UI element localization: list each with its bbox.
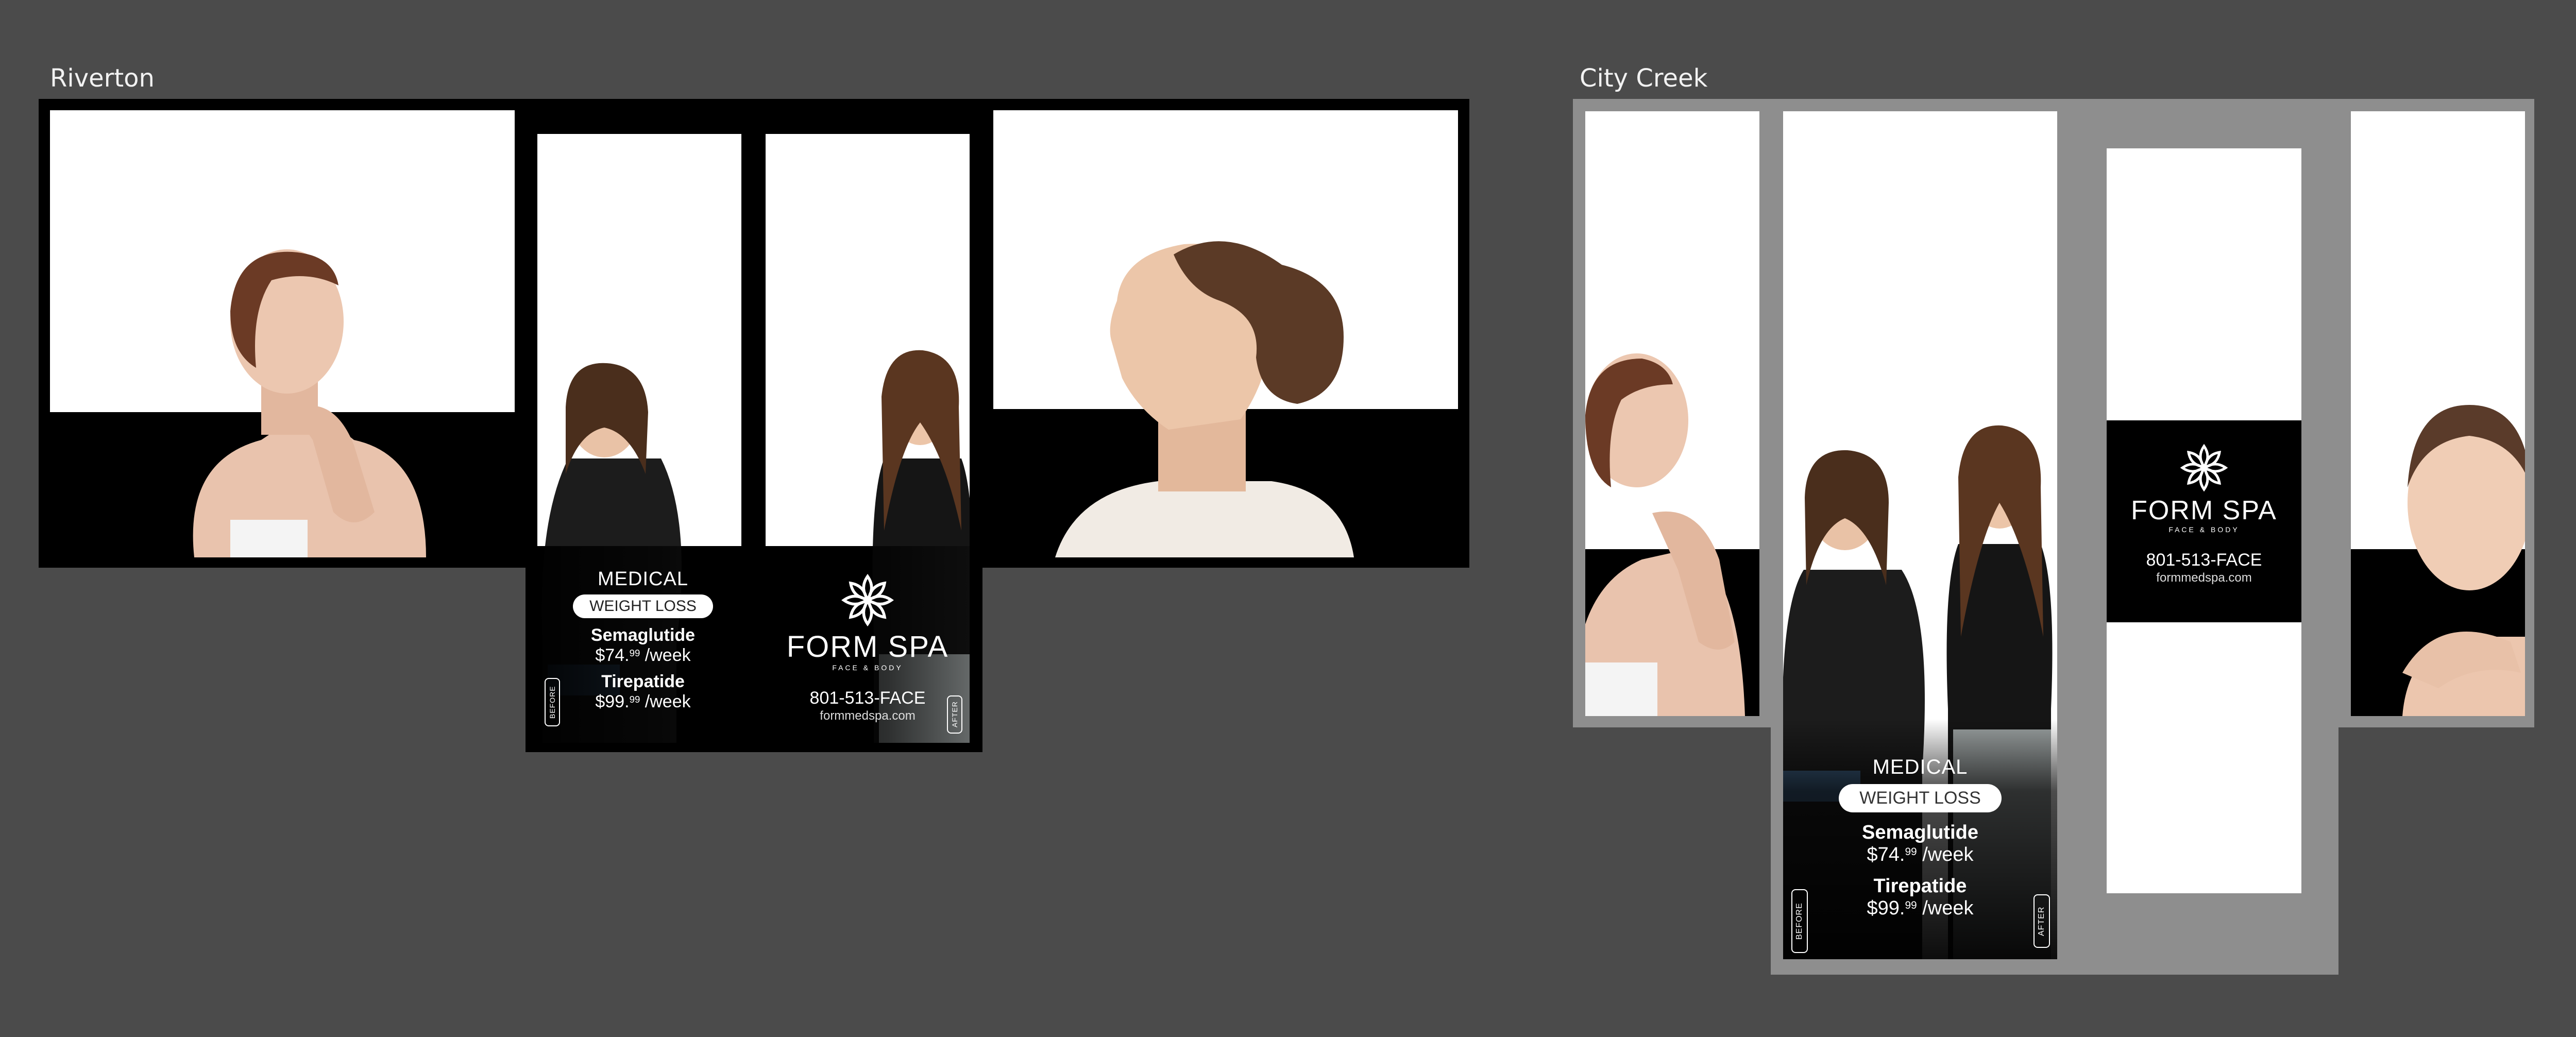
after-badge: AFTER xyxy=(947,695,962,734)
form-spa-logo-icon-2 xyxy=(2180,444,2228,492)
city-creek-panel-brand[interactable]: FORM SPA FACE & BODY 801-513-FACE formme… xyxy=(2107,148,2301,893)
brand-website: formmedspa.com xyxy=(820,709,916,723)
promo-service-pill: WEIGHT LOSS xyxy=(573,594,713,618)
riverton-brand: FORM SPA FACE & BODY 801-513-FACE formme… xyxy=(766,572,970,724)
city-creek-panel-1[interactable] xyxy=(1585,111,1759,716)
riverton-panel-after[interactable]: FORM SPA FACE & BODY 801-513-FACE formme… xyxy=(766,134,970,743)
promo-drug-2: Tirepatide xyxy=(601,672,685,691)
city-creek-brand: FORM SPA FACE & BODY 801-513-FACE formme… xyxy=(2107,442,2301,586)
brand-name-2: FORM SPA xyxy=(2131,496,2277,525)
woman-portrait-photo xyxy=(2402,405,2525,716)
promo-price-1: $74.99 /week xyxy=(595,645,691,665)
riverton-frame-title: Riverton xyxy=(50,64,155,93)
brand-phone: 801-513-FACE xyxy=(809,688,926,708)
promo-drug-1: Semaglutide xyxy=(590,625,696,645)
promo-drug-2-b: Tirepatide xyxy=(1873,875,1967,897)
promo-price-1-b: $74.99 /week xyxy=(1867,844,1974,865)
city-creek-frame-title: City Creek xyxy=(1580,64,1708,93)
promo-service-pill-2: WEIGHT LOSS xyxy=(1839,784,2002,812)
city-creek-promo: MEDICAL WEIGHT LOSS Semaglutide $74.99 /… xyxy=(1783,755,2057,920)
after-badge-2: AFTER xyxy=(2033,894,2050,948)
brand-name: FORM SPA xyxy=(786,630,949,664)
form-spa-logo-icon xyxy=(841,574,894,626)
riverton-promo: MEDICAL WEIGHT LOSS Semaglutide $74.99 /… xyxy=(537,568,741,712)
promo-price-2: $99.99 /week xyxy=(595,692,691,711)
woman-neck-photo-2 xyxy=(1585,353,1745,716)
brand-tagline: FACE & BODY xyxy=(832,664,903,672)
brand-phone-2: 801-513-FACE xyxy=(2146,550,2262,570)
city-creek-panel-4[interactable] xyxy=(2351,111,2525,716)
before-badge-2: BEFORE xyxy=(1791,889,1808,953)
brand-tagline-2: FACE & BODY xyxy=(2168,525,2240,534)
before-badge: BEFORE xyxy=(545,678,560,726)
woman-profile-photo xyxy=(1055,241,1354,557)
brand-website-2: formmedspa.com xyxy=(2156,571,2252,585)
city-creek-panel-promo[interactable]: MEDICAL WEIGHT LOSS Semaglutide $74.99 /… xyxy=(1783,111,2057,959)
promo-category: MEDICAL xyxy=(598,568,688,590)
riverton-panel-before[interactable]: MEDICAL WEIGHT LOSS Semaglutide $74.99 /… xyxy=(537,134,741,743)
riverton-panel-4[interactable] xyxy=(993,110,1458,557)
promo-category-2: MEDICAL xyxy=(1872,756,1968,778)
promo-price-2-b: $99.99 /week xyxy=(1867,897,1974,919)
promo-drug-1-b: Semaglutide xyxy=(1862,822,1978,843)
riverton-panel-1[interactable] xyxy=(50,110,515,557)
woman-neck-photo xyxy=(193,249,426,557)
